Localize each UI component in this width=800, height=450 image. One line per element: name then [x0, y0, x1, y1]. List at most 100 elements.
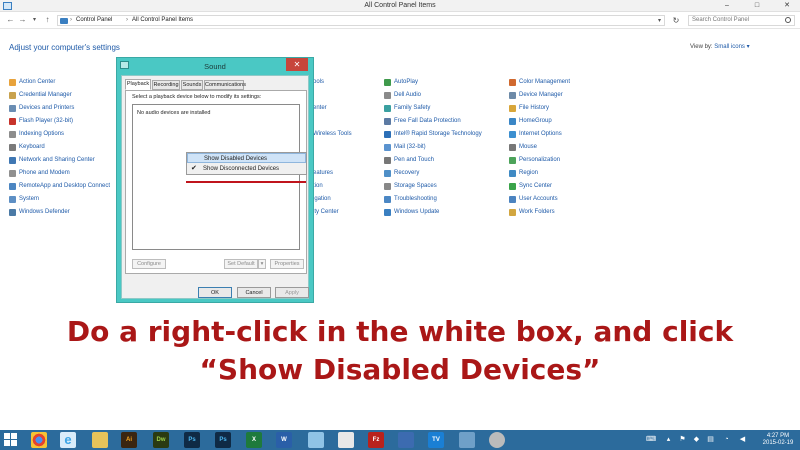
- user-icon: [509, 196, 516, 203]
- internet-explorer-icon[interactable]: e: [60, 432, 76, 448]
- forward-button[interactable]: →: [18, 15, 27, 25]
- audio-icon: [384, 92, 391, 99]
- intel-icon: [384, 131, 391, 138]
- view-by-dropdown[interactable]: Small icons ▾: [714, 44, 749, 50]
- maximize-button[interactable]: □: [752, 1, 762, 11]
- breadcrumb-separator: ›: [126, 17, 128, 23]
- file-explorer-icon[interactable]: [92, 432, 108, 448]
- illustrator-icon[interactable]: Ai: [121, 432, 137, 448]
- item-col2-row9[interactable]: tion: [313, 183, 323, 192]
- network-tray-icon[interactable]: ▤: [706, 435, 715, 444]
- excel-icon[interactable]: X: [246, 432, 262, 448]
- pen-icon: [384, 157, 391, 164]
- item-col2-row8[interactable]: eatures: [313, 170, 333, 179]
- close-button[interactable]: ✕: [782, 1, 792, 11]
- flag-icon: [9, 79, 16, 86]
- dialog-close-button[interactable]: ✕: [286, 58, 308, 71]
- filezilla-icon[interactable]: Fz: [368, 432, 384, 448]
- tab-sounds[interactable]: Sounds: [181, 80, 203, 90]
- network-icon: [9, 157, 16, 164]
- tab-communications[interactable]: Communications: [204, 80, 246, 90]
- ok-button[interactable]: OK: [198, 287, 232, 298]
- homegroup-icon: [509, 118, 516, 125]
- arrow-up-tray-icon[interactable]: ▴: [664, 435, 673, 444]
- clock[interactable]: 4:27 PM 2015-02-19: [758, 433, 798, 447]
- recent-locations-button[interactable]: ▾: [30, 15, 39, 25]
- window-titlebar: All Control Panel Items – □ ✕: [0, 0, 800, 12]
- file-history-icon: [509, 105, 516, 112]
- page-heading: Adjust your computer's settings: [9, 43, 120, 52]
- tab-playback[interactable]: Playback: [125, 79, 151, 90]
- empty-message: No audio devices are installed: [137, 110, 211, 116]
- volume-tray-icon[interactable]: ◀: [738, 435, 747, 444]
- item-col2-row1[interactable]: ools: [313, 79, 324, 88]
- context-menu: Show Disabled Devices ✔ Show Disconnecte…: [186, 152, 307, 175]
- start-button[interactable]: [4, 433, 18, 447]
- search-icon[interactable]: [785, 17, 791, 23]
- family-icon: [384, 105, 391, 112]
- app-3-icon[interactable]: [398, 432, 414, 448]
- windows-logo-icon: [11, 440, 17, 446]
- minimize-button[interactable]: –: [722, 1, 732, 11]
- breadcrumb-control-panel[interactable]: Control Panel: [76, 17, 112, 23]
- remote-desktop-icon: [9, 183, 16, 190]
- app-tray-icon[interactable]: ◆: [692, 435, 701, 444]
- control-panel-icon: [60, 18, 68, 24]
- menu-item-show-disabled[interactable]: Show Disabled Devices: [187, 153, 306, 163]
- apply-button[interactable]: Apply: [275, 287, 309, 298]
- search-input[interactable]: Search Control Panel: [688, 15, 795, 26]
- properties-button[interactable]: Properties: [270, 259, 304, 269]
- device-list[interactable]: No audio devices are installed: [132, 104, 300, 250]
- update-icon: [384, 209, 391, 216]
- storage-icon: [384, 183, 391, 190]
- system-icon: [9, 196, 16, 203]
- set-default-button[interactable]: Set Default: [224, 259, 258, 269]
- keyboard-tray-icon[interactable]: ⌨: [646, 435, 656, 444]
- menu-item-show-disconnected[interactable]: ✔ Show Disconnected Devices: [187, 164, 306, 174]
- breadcrumb-all-items[interactable]: All Control Panel Items: [132, 17, 193, 23]
- wifi-tray-icon[interactable]: ◔: [722, 435, 731, 444]
- flash-icon: [9, 118, 16, 125]
- indexing-icon: [9, 131, 16, 138]
- tab-recording[interactable]: Recording: [152, 80, 180, 90]
- photoshop-icon[interactable]: Ps: [184, 432, 200, 448]
- up-button[interactable]: ↑: [43, 15, 52, 25]
- item-col2-row11[interactable]: ity Center: [313, 209, 339, 218]
- teamviewer-icon[interactable]: TV: [428, 432, 444, 448]
- keyboard-icon: [9, 144, 16, 151]
- chrome-icon[interactable]: [31, 432, 47, 448]
- configure-button[interactable]: Configure: [132, 259, 166, 269]
- view-by-label: View by:: [690, 44, 713, 50]
- app-1-icon[interactable]: [308, 432, 324, 448]
- app-2-icon[interactable]: [338, 432, 354, 448]
- item-col2-row10[interactable]: igation: [313, 196, 331, 205]
- flag-tray-icon[interactable]: ⚑: [678, 435, 687, 444]
- photoshop-2-icon[interactable]: Ps: [215, 432, 231, 448]
- address-dropdown-icon[interactable]: ▾: [658, 17, 661, 24]
- address-box[interactable]: › Control Panel › All Control Panel Item…: [57, 15, 665, 26]
- address-bar: ← → ▾ ↑ › Control Panel › All Control Pa…: [0, 12, 800, 29]
- phone-icon: [9, 170, 16, 177]
- dreamweaver-icon[interactable]: Dw: [153, 432, 169, 448]
- globe-icon: [509, 131, 516, 138]
- device-manager-icon: [509, 92, 516, 99]
- mail-icon: [384, 144, 391, 151]
- item-col2-row5[interactable]: Wireless Tools: [313, 131, 352, 140]
- media-icon[interactable]: [489, 432, 505, 448]
- back-button[interactable]: ←: [6, 15, 15, 25]
- refresh-button[interactable]: ↻: [670, 15, 682, 26]
- breadcrumb-separator: ›: [70, 17, 72, 23]
- taskbar: e Ai Dw Ps Ps X W Fz TV ⌨ ▴ ⚑ ◆ ▤ ◔ ◀ 4:…: [0, 430, 800, 450]
- personalization-icon: [509, 157, 516, 164]
- folder-icon: [509, 209, 516, 216]
- dialog-title: Sound: [204, 62, 226, 71]
- shield-icon: [9, 209, 16, 216]
- sound-dialog: Sound ✕ Playback Recording Sounds Commun…: [116, 57, 314, 303]
- set-default-dropdown-icon[interactable]: ▾: [258, 259, 266, 269]
- dialog-body: Playback Recording Sounds Communications…: [121, 75, 309, 299]
- word-icon[interactable]: W: [276, 432, 292, 448]
- sound-control-panel-icon[interactable]: [459, 432, 475, 448]
- item-col2-row3[interactable]: enter: [313, 105, 327, 114]
- color-icon: [509, 79, 516, 86]
- cancel-button[interactable]: Cancel: [237, 287, 271, 298]
